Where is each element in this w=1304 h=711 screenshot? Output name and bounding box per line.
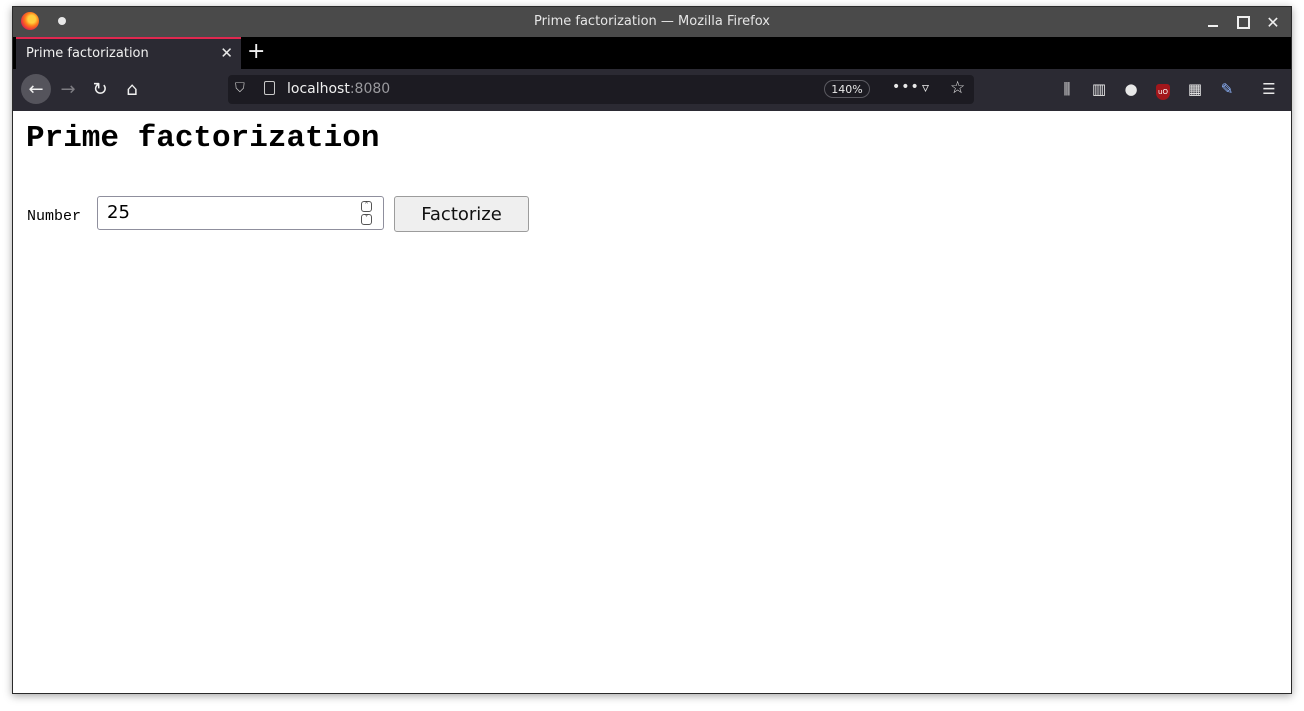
window-title: Prime factorization — Mozilla Firefox: [534, 14, 770, 29]
minimize-button[interactable]: [1201, 11, 1225, 33]
factorize-button[interactable]: Factorize: [394, 196, 529, 232]
number-spinner[interactable]: ˄ ˅: [361, 201, 373, 225]
number-label: Number: [27, 208, 82, 225]
number-input-value: 25: [107, 202, 130, 223]
url-host: localhost: [287, 81, 350, 97]
bookmark-star-icon[interactable]: ☆: [950, 78, 965, 98]
library-icon[interactable]: ⫼: [1056, 80, 1078, 98]
minimize-icon: [1208, 25, 1218, 27]
page-title: Prime factorization: [26, 121, 380, 156]
title-bar: Prime factorization — Mozilla Firefox ✕: [13, 7, 1291, 37]
arrow-right-icon: →: [60, 78, 76, 100]
forward-button[interactable]: →: [53, 74, 83, 104]
account-icon[interactable]: ●: [1120, 80, 1142, 98]
page-content: Prime factorization Number 25 ˄ ˅ Factor…: [13, 111, 1291, 693]
url-port: :8080: [349, 81, 391, 97]
back-button[interactable]: ←: [21, 74, 51, 104]
hamburger-menu-icon[interactable]: ☰: [1258, 80, 1280, 98]
new-tab-button[interactable]: +: [247, 40, 265, 64]
ublock-origin-icon[interactable]: uO: [1152, 80, 1174, 100]
home-button[interactable]: ⌂: [117, 74, 147, 104]
zoom-level-badge[interactable]: 140%: [824, 80, 870, 98]
number-input[interactable]: 25 ˄ ˅: [97, 196, 384, 230]
maximize-button[interactable]: [1231, 11, 1255, 33]
extension-pen-icon[interactable]: ✎: [1216, 80, 1238, 98]
tab-close-icon[interactable]: ✕: [220, 44, 233, 62]
browser-window: Prime factorization — Mozilla Firefox ✕ …: [12, 6, 1292, 694]
sidebar-icon[interactable]: ▥: [1088, 80, 1110, 98]
navigation-toolbar: ← → ↻ ⌂ ⛉ localhost:8080 140% ••• ▿ ☆ ⫼ …: [13, 69, 1291, 111]
url-text[interactable]: localhost:8080: [287, 81, 390, 97]
extension-fence-icon[interactable]: ▦: [1184, 80, 1206, 98]
page-info-icon[interactable]: [264, 81, 275, 95]
tracking-shield-icon[interactable]: ⛉: [235, 81, 245, 96]
close-window-button[interactable]: ✕: [1261, 11, 1285, 33]
spin-down-icon[interactable]: ˅: [361, 214, 372, 225]
pocket-icon[interactable]: ▿: [922, 80, 938, 96]
arrow-left-icon: ←: [28, 78, 44, 100]
tab-label: Prime factorization: [26, 46, 149, 61]
tab-strip: Prime factorization ✕ +: [13, 37, 1291, 69]
spin-up-icon[interactable]: ˄: [361, 201, 372, 212]
maximize-icon: [1236, 15, 1250, 29]
page-actions-more-icon[interactable]: •••: [892, 79, 920, 95]
tab-prime-factorization[interactable]: Prime factorization ✕: [16, 37, 241, 69]
reload-button[interactable]: ↻: [85, 74, 115, 104]
address-bar[interactable]: ⛉ localhost:8080 140% ••• ▿ ☆: [228, 75, 974, 104]
reload-icon: ↻: [92, 78, 108, 100]
home-icon: ⌂: [126, 78, 138, 100]
close-icon: ✕: [1266, 12, 1280, 32]
